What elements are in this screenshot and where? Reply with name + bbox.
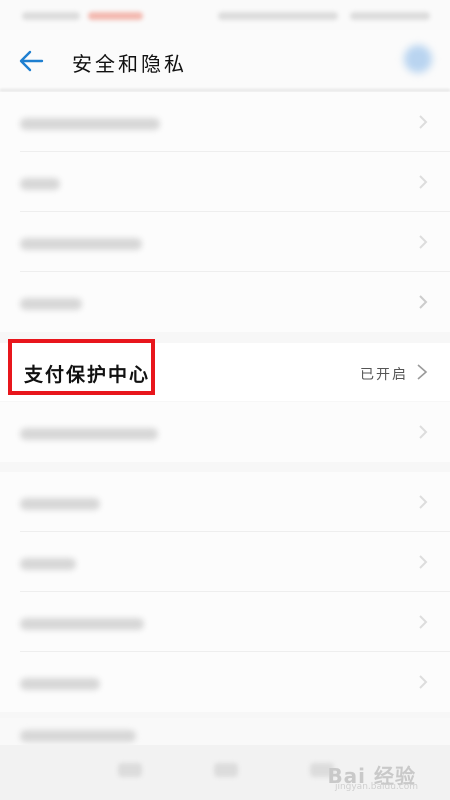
watermark-url: jingyan.baidu.com [334,782,418,792]
settings-row[interactable] [0,718,450,748]
settings-row-label [20,118,160,130]
settings-row[interactable] [0,92,450,152]
settings-row-label [20,498,100,510]
settings-group-4 [0,718,450,748]
settings-row-label [20,238,142,250]
app-header: 安全和隐私 [0,30,450,90]
chevron-right-icon [419,615,428,629]
settings-row-label [20,618,144,630]
header-divider [0,89,450,91]
settings-row[interactable] [0,532,450,592]
chevron-right-icon [419,235,428,249]
status-bar-notification [88,12,143,20]
settings-row-label [20,558,76,570]
settings-group-3 [0,472,450,712]
chevron-right-icon [419,175,428,189]
status-bar-indicators [218,12,338,20]
settings-group-1 [0,92,450,332]
nav-home-icon[interactable] [214,763,238,777]
settings-row[interactable] [0,212,450,272]
search-icon[interactable] [404,45,432,73]
settings-row[interactable] [0,402,450,462]
chevron-right-icon [419,115,428,129]
payment-protection-status: 已开启 [360,367,408,383]
chevron-right-icon [417,364,428,380]
chevron-right-icon [419,555,428,569]
page-title: 安全和隐私 [72,52,187,76]
highlight-annotation [8,339,155,395]
status-bar-time [350,12,430,20]
settings-row-label [20,730,136,742]
settings-row[interactable] [0,152,450,212]
settings-row[interactable] [0,272,450,332]
settings-row-label [20,298,82,310]
status-bar-carrier [22,12,80,20]
settings-group-2 [0,402,450,462]
settings-row[interactable] [0,592,450,652]
settings-row[interactable] [0,652,450,712]
status-bar [0,0,450,30]
chevron-right-icon [419,425,428,439]
settings-row[interactable] [0,472,450,532]
back-arrow-icon[interactable] [16,46,46,76]
nav-back-icon[interactable] [118,763,142,777]
settings-row-label [20,178,60,190]
chevron-right-icon [419,495,428,509]
chevron-right-icon [419,295,428,309]
settings-row-label [20,428,158,440]
settings-row-label [20,678,100,690]
chevron-right-icon [419,675,428,689]
